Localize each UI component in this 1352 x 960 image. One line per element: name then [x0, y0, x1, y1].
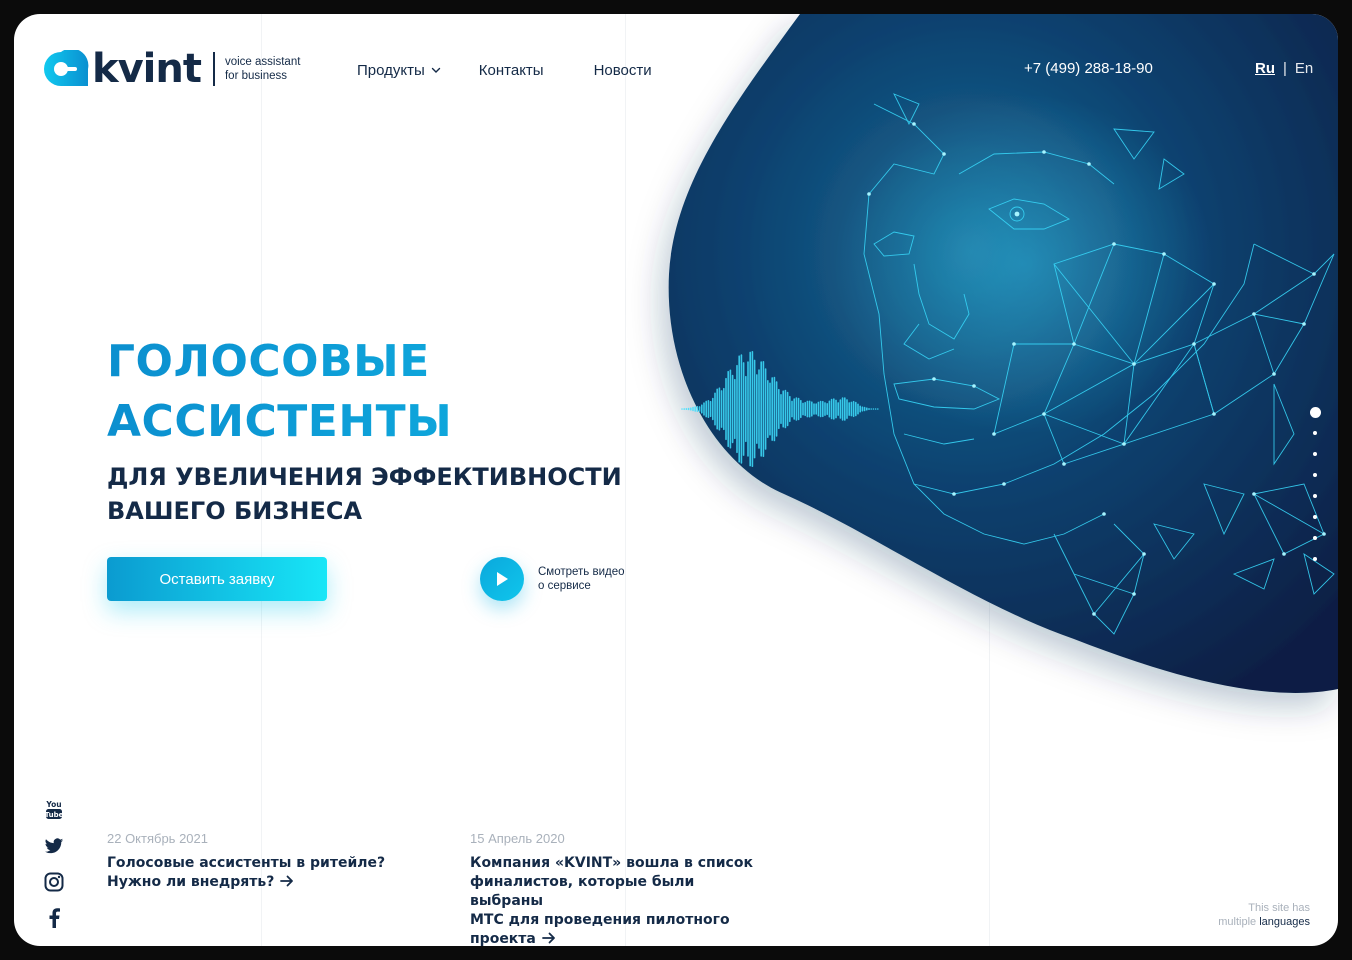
language-footnote: This site has multiple languages [1218, 901, 1310, 929]
slider-dot[interactable] [1313, 494, 1317, 498]
news-item: 15 Апрель 2020 Компания «KVINT» вошла в … [470, 831, 770, 946]
news-title-line: Голосовые ассистенты в ритейле? [107, 855, 386, 871]
phone-number[interactable]: +7 (499) 288-18-90 [1024, 60, 1153, 77]
face-glow [834, 94, 1214, 434]
logo-mark-icon [44, 50, 89, 86]
news-title-line-last: проекта [470, 930, 770, 946]
twitter-link[interactable] [42, 834, 66, 858]
slider-dot[interactable] [1313, 515, 1317, 519]
hero-subtitle-line1: ДЛЯ УВЕЛИЧЕНИЯ ЭФФЕКТИВНОСТИ [107, 463, 622, 491]
lang-ru[interactable]: Ru [1255, 60, 1275, 77]
nav-news[interactable]: Новости [594, 60, 652, 80]
news-item: 22 Октябрь 2021 Голосовые ассистенты в р… [107, 831, 407, 892]
news-title-line: проекта [470, 931, 536, 946]
slider-dot[interactable] [1313, 452, 1317, 456]
arrow-right-icon [280, 875, 294, 887]
slider-dot[interactable] [1309, 407, 1321, 418]
arrow-right-icon [541, 932, 555, 944]
footnote-word-languages: languages [1259, 916, 1310, 928]
youtube-icon: You Tube [45, 800, 63, 819]
instagram-link[interactable] [42, 870, 66, 894]
main-nav: Продукты Контакты Новости [357, 60, 652, 80]
news-title-line: МТС для проведения пилотного [470, 912, 730, 928]
page: kvint voice assistant for business Проду… [14, 14, 1338, 946]
facebook-icon [49, 908, 60, 928]
social-links: You Tube [42, 798, 66, 942]
play-button[interactable] [480, 557, 524, 601]
slider-dot[interactable] [1313, 536, 1317, 540]
news-title-link[interactable]: Голосовые ассистенты в ритейле? Нужно ли… [107, 854, 407, 892]
video-label-line1: Смотреть видео [538, 566, 625, 578]
hero-title: ГОЛОСОВЫЕ АССИСТЕНТЫ [107, 332, 667, 452]
language-switcher: Ru | En [1255, 60, 1313, 77]
news-title-line: финалистов, которые были выбраны [470, 874, 695, 909]
logo[interactable]: kvint voice assistant for business [42, 46, 300, 92]
footnote-word-multiple: multiple [1218, 916, 1257, 928]
news-date: 22 Октябрь 2021 [107, 831, 208, 846]
video-label-line2: о сервисе [538, 580, 591, 592]
tagline-line1: voice assistant [224, 56, 301, 68]
watch-video-link[interactable]: Смотреть видео о сервисе [480, 557, 625, 601]
news-title-line-last: Нужно ли внедрять? [107, 873, 407, 892]
slider-dot[interactable] [1313, 557, 1317, 561]
svg-text:You: You [45, 800, 61, 809]
news-title-line: Нужно ли внедрять? [107, 874, 275, 890]
news-title-line: Компания «KVINT» вошла в список [470, 855, 753, 871]
news-date: 15 Апрель 2020 [470, 831, 565, 846]
instagram-icon [44, 872, 64, 892]
lang-en[interactable]: En [1295, 60, 1313, 77]
svg-text:Tube: Tube [45, 811, 63, 819]
watch-video-label: Смотреть видео о сервисе [538, 565, 625, 593]
twitter-icon [44, 837, 64, 853]
facebook-link[interactable] [42, 906, 66, 930]
hero-title-line1: ГОЛОСОВЫЕ [107, 336, 430, 387]
play-icon [497, 572, 508, 586]
logo-divider [212, 52, 215, 86]
logo-wordmark: kvint [92, 46, 202, 92]
slider-dot[interactable] [1313, 431, 1317, 435]
footnote-line1: This site has [1248, 902, 1310, 914]
news-title-link[interactable]: Компания «KVINT» вошла в список финалист… [470, 854, 770, 946]
hero-subtitle: ДЛЯ УВЕЛИЧЕНИЯ ЭФФЕКТИВНОСТИ ВАШЕГО БИЗН… [107, 460, 667, 528]
hero-subtitle-line2: ВАШЕГО БИЗНЕСА [107, 497, 363, 525]
youtube-link[interactable]: You Tube [42, 798, 66, 822]
footnote-line2: multiple languages [1218, 915, 1310, 929]
hero-title-line2: АССИСТЕНТЫ [107, 396, 453, 447]
logo-tagline: voice assistant for business [225, 55, 300, 83]
chevron-down-icon [431, 67, 440, 73]
slider-dots [1308, 407, 1322, 578]
leave-request-button[interactable]: Оставить заявку [107, 557, 327, 601]
nav-products[interactable]: Продукты [357, 60, 441, 80]
nav-products-label: Продукты [357, 61, 425, 79]
lang-separator: | [1283, 60, 1287, 77]
nav-contacts[interactable]: Контакты [479, 60, 544, 80]
tagline-line2: for business [224, 70, 287, 82]
slider-dot[interactable] [1313, 473, 1317, 477]
